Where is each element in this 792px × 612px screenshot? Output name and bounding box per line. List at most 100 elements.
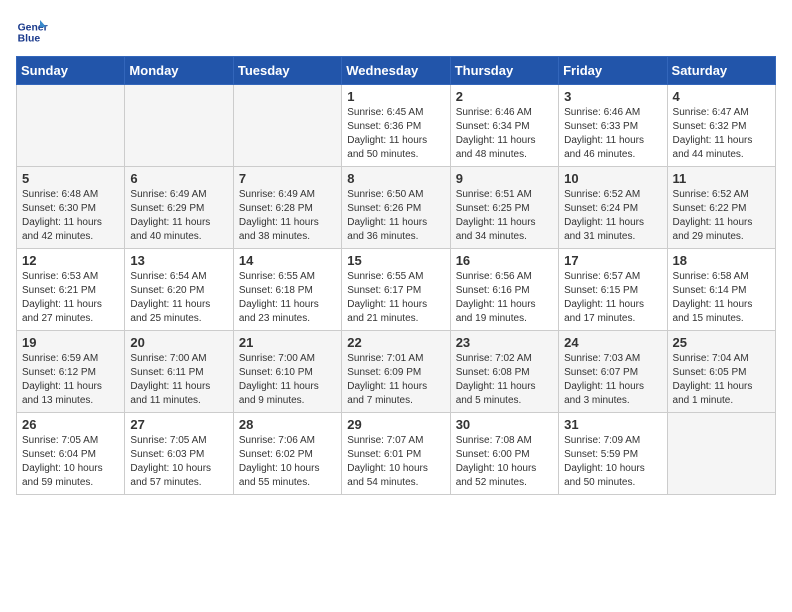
- day-number: 20: [130, 335, 227, 350]
- day-number: 31: [564, 417, 661, 432]
- day-number: 14: [239, 253, 336, 268]
- day-number: 10: [564, 171, 661, 186]
- calendar-week-row: 1Sunrise: 6:45 AM Sunset: 6:36 PM Daylig…: [17, 85, 776, 167]
- day-info: Sunrise: 6:51 AM Sunset: 6:25 PM Dayligh…: [456, 188, 553, 244]
- day-info: Sunrise: 6:54 AM Sunset: 6:20 PM Dayligh…: [130, 270, 227, 326]
- calendar-cell: 30 Sunrise: 7:08 AM Sunset: 6:00 PM Dayli…: [450, 413, 558, 495]
- day-number: 25: [673, 335, 770, 350]
- calendar-cell: 11Sunrise: 6:52 AM Sunset: 6:22 PM Dayli…: [667, 167, 775, 249]
- calendar-cell: 3 Sunrise: 6:46 AM Sunset: 6:33 PM Daylig…: [559, 85, 667, 167]
- day-number: 19: [22, 335, 119, 350]
- day-number: 26: [22, 417, 119, 432]
- calendar-week-row: 26 Sunrise: 7:05 AM Sunset: 6:04 PM Dayli…: [17, 413, 776, 495]
- day-number: 3: [564, 89, 661, 104]
- calendar-cell: 27 Sunrise: 7:05 AM Sunset: 6:03 PM Dayli…: [125, 413, 233, 495]
- calendar-cell: 5 Sunrise: 6:48 AM Sunset: 6:30 PM Daylig…: [17, 167, 125, 249]
- day-info: Sunrise: 6:46 AM Sunset: 6:34 PM Dayligh…: [456, 106, 553, 162]
- calendar-cell: 17Sunrise: 6:57 AM Sunset: 6:15 PM Dayli…: [559, 249, 667, 331]
- day-info: Sunrise: 6:52 AM Sunset: 6:24 PM Dayligh…: [564, 188, 661, 244]
- calendar-header-row: SundayMondayTuesdayWednesdayThursdayFrid…: [17, 57, 776, 85]
- calendar-cell: 20 Sunrise: 7:00 AM Sunset: 6:11 PM Dayli…: [125, 331, 233, 413]
- calendar-cell: [667, 413, 775, 495]
- day-info: Sunrise: 6:59 AM Sunset: 6:12 PM Dayligh…: [22, 352, 119, 408]
- day-info: Sunrise: 7:02 AM Sunset: 6:08 PM Dayligh…: [456, 352, 553, 408]
- calendar-cell: 2Sunrise: 6:46 AM Sunset: 6:34 PM Daylig…: [450, 85, 558, 167]
- calendar-cell: 28 Sunrise: 7:06 AM Sunset: 6:02 PM Dayli…: [233, 413, 341, 495]
- day-number: 12: [22, 253, 119, 268]
- calendar-cell: 25 Sunrise: 7:04 AM Sunset: 6:05 PM Dayli…: [667, 331, 775, 413]
- calendar-cell: 12Sunrise: 6:53 AM Sunset: 6:21 PM Dayli…: [17, 249, 125, 331]
- day-info: Sunrise: 7:05 AM Sunset: 6:03 PM Dayligh…: [130, 434, 227, 490]
- calendar-cell: [17, 85, 125, 167]
- calendar-cell: 24 Sunrise: 7:03 AM Sunset: 6:07 PM Dayli…: [559, 331, 667, 413]
- day-info: Sunrise: 6:56 AM Sunset: 6:16 PM Dayligh…: [456, 270, 553, 326]
- page-header: General Blue: [16, 16, 776, 48]
- day-number: 22: [347, 335, 444, 350]
- day-info: Sunrise: 7:00 AM Sunset: 6:10 PM Dayligh…: [239, 352, 336, 408]
- weekday-header: Saturday: [667, 57, 775, 85]
- day-number: 9: [456, 171, 553, 186]
- calendar-cell: 15 Sunrise: 6:55 AM Sunset: 6:17 PM Dayli…: [342, 249, 450, 331]
- day-info: Sunrise: 6:50 AM Sunset: 6:26 PM Dayligh…: [347, 188, 444, 244]
- calendar-cell: 16 Sunrise: 6:56 AM Sunset: 6:16 PM Dayli…: [450, 249, 558, 331]
- day-info: Sunrise: 6:47 AM Sunset: 6:32 PM Dayligh…: [673, 106, 770, 162]
- day-info: Sunrise: 6:48 AM Sunset: 6:30 PM Dayligh…: [22, 188, 119, 244]
- day-number: 18: [673, 253, 770, 268]
- calendar-cell: 19 Sunrise: 6:59 AM Sunset: 6:12 PM Dayli…: [17, 331, 125, 413]
- day-number: 28: [239, 417, 336, 432]
- day-number: 27: [130, 417, 227, 432]
- calendar-cell: 26 Sunrise: 7:05 AM Sunset: 6:04 PM Dayli…: [17, 413, 125, 495]
- day-info: Sunrise: 6:45 AM Sunset: 6:36 PM Dayligh…: [347, 106, 444, 162]
- calendar-week-row: 5 Sunrise: 6:48 AM Sunset: 6:30 PM Daylig…: [17, 167, 776, 249]
- day-info: Sunrise: 7:03 AM Sunset: 6:07 PM Dayligh…: [564, 352, 661, 408]
- calendar-cell: 14 Sunrise: 6:55 AM Sunset: 6:18 PM Dayli…: [233, 249, 341, 331]
- calendar-week-row: 19 Sunrise: 6:59 AM Sunset: 6:12 PM Dayli…: [17, 331, 776, 413]
- day-info: Sunrise: 6:58 AM Sunset: 6:14 PM Dayligh…: [673, 270, 770, 326]
- day-number: 6: [130, 171, 227, 186]
- day-info: Sunrise: 7:05 AM Sunset: 6:04 PM Dayligh…: [22, 434, 119, 490]
- day-info: Sunrise: 6:46 AM Sunset: 6:33 PM Dayligh…: [564, 106, 661, 162]
- day-info: Sunrise: 7:09 AM Sunset: 5:59 PM Dayligh…: [564, 434, 661, 490]
- day-number: 15: [347, 253, 444, 268]
- day-info: Sunrise: 7:08 AM Sunset: 6:00 PM Dayligh…: [456, 434, 553, 490]
- day-number: 5: [22, 171, 119, 186]
- calendar-cell: 29Sunrise: 7:07 AM Sunset: 6:01 PM Dayli…: [342, 413, 450, 495]
- calendar-cell: [125, 85, 233, 167]
- day-number: 7: [239, 171, 336, 186]
- day-info: Sunrise: 7:01 AM Sunset: 6:09 PM Dayligh…: [347, 352, 444, 408]
- weekday-header: Thursday: [450, 57, 558, 85]
- weekday-header: Wednesday: [342, 57, 450, 85]
- calendar-cell: 7Sunrise: 6:49 AM Sunset: 6:28 PM Daylig…: [233, 167, 341, 249]
- day-info: Sunrise: 6:52 AM Sunset: 6:22 PM Dayligh…: [673, 188, 770, 244]
- calendar-cell: 22 Sunrise: 7:01 AM Sunset: 6:09 PM Dayli…: [342, 331, 450, 413]
- logo-icon: General Blue: [16, 16, 48, 48]
- day-info: Sunrise: 7:06 AM Sunset: 6:02 PM Dayligh…: [239, 434, 336, 490]
- svg-text:Blue: Blue: [18, 34, 41, 45]
- day-info: Sunrise: 7:04 AM Sunset: 6:05 PM Dayligh…: [673, 352, 770, 408]
- calendar-cell: 8 Sunrise: 6:50 AM Sunset: 6:26 PM Daylig…: [342, 167, 450, 249]
- day-number: 16: [456, 253, 553, 268]
- day-info: Sunrise: 6:55 AM Sunset: 6:17 PM Dayligh…: [347, 270, 444, 326]
- day-number: 4: [673, 89, 770, 104]
- logo: General Blue: [16, 16, 48, 48]
- calendar-table: SundayMondayTuesdayWednesdayThursdayFrid…: [16, 56, 776, 495]
- day-number: 21: [239, 335, 336, 350]
- day-number: 29: [347, 417, 444, 432]
- weekday-header: Friday: [559, 57, 667, 85]
- day-number: 24: [564, 335, 661, 350]
- calendar-cell: 6 Sunrise: 6:49 AM Sunset: 6:29 PM Daylig…: [125, 167, 233, 249]
- calendar-cell: 9 Sunrise: 6:51 AM Sunset: 6:25 PM Daylig…: [450, 167, 558, 249]
- day-number: 17: [564, 253, 661, 268]
- day-number: 23: [456, 335, 553, 350]
- day-info: Sunrise: 6:55 AM Sunset: 6:18 PM Dayligh…: [239, 270, 336, 326]
- calendar-week-row: 12Sunrise: 6:53 AM Sunset: 6:21 PM Dayli…: [17, 249, 776, 331]
- weekday-header: Monday: [125, 57, 233, 85]
- weekday-header: Tuesday: [233, 57, 341, 85]
- day-info: Sunrise: 7:00 AM Sunset: 6:11 PM Dayligh…: [130, 352, 227, 408]
- weekday-header: Sunday: [17, 57, 125, 85]
- day-number: 30: [456, 417, 553, 432]
- day-info: Sunrise: 6:49 AM Sunset: 6:29 PM Dayligh…: [130, 188, 227, 244]
- calendar-cell: 23 Sunrise: 7:02 AM Sunset: 6:08 PM Dayli…: [450, 331, 558, 413]
- calendar-cell: 31 Sunrise: 7:09 AM Sunset: 5:59 PM Dayli…: [559, 413, 667, 495]
- day-number: 8: [347, 171, 444, 186]
